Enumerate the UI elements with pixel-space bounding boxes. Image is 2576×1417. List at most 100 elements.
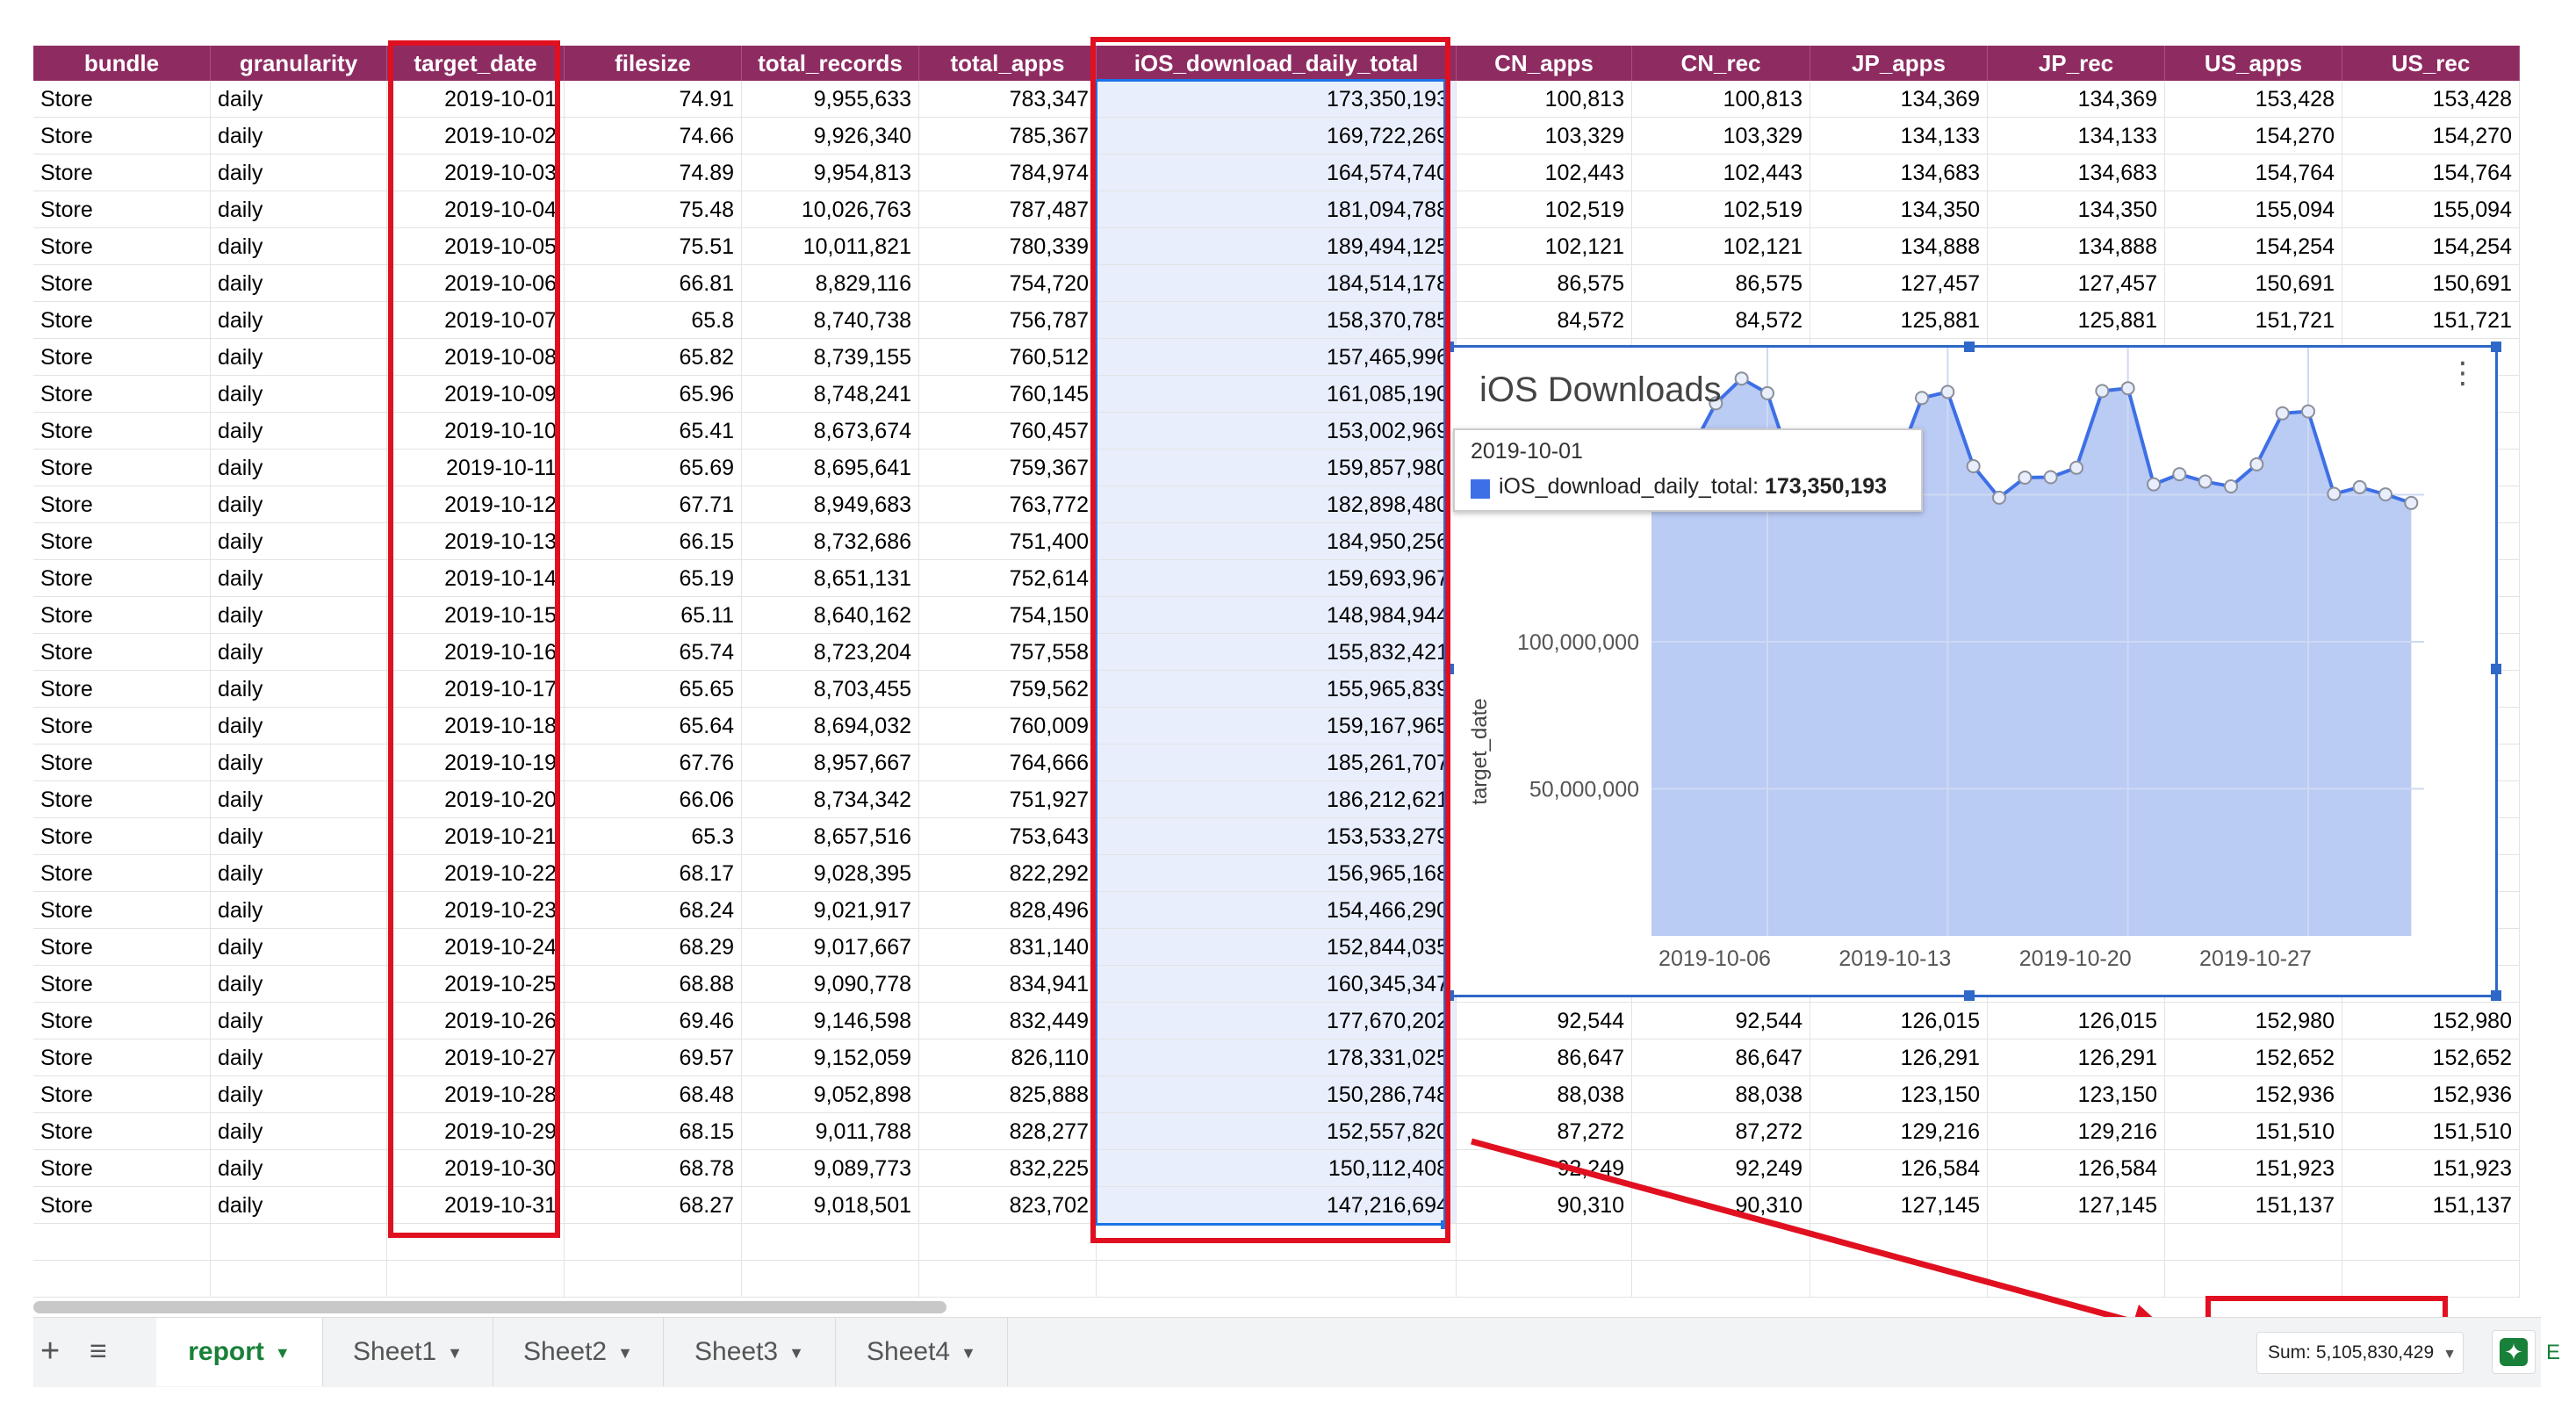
- chart-resize-handle[interactable]: [1964, 342, 1975, 352]
- table-cell[interactable]: 9,018,501: [742, 1187, 919, 1224]
- table-cell[interactable]: 154,254: [2165, 228, 2342, 265]
- chart-resize-handle[interactable]: [2491, 664, 2501, 674]
- table-cell[interactable]: 147,216,694: [1097, 1187, 1457, 1224]
- table-cell[interactable]: 88,038: [1457, 1076, 1632, 1113]
- table-cell[interactable]: daily: [211, 634, 387, 671]
- table-cell[interactable]: 2019-10-28: [387, 1076, 565, 1113]
- table-cell[interactable]: 103,329: [1457, 118, 1632, 155]
- table-cell[interactable]: 9,011,788: [742, 1113, 919, 1150]
- table-cell[interactable]: 92,249: [1632, 1150, 1810, 1187]
- sheet-tab-sheet1[interactable]: Sheet1 ▼: [323, 1318, 493, 1386]
- table-cell[interactable]: 86,647: [1632, 1039, 1810, 1076]
- table-cell[interactable]: 65.69: [565, 450, 742, 486]
- table-cell[interactable]: 9,052,898: [742, 1076, 919, 1113]
- empty-cell[interactable]: [919, 1224, 1097, 1261]
- empty-cell[interactable]: [33, 1224, 211, 1261]
- table-cell[interactable]: 126,291: [1810, 1039, 1988, 1076]
- sheet-tab-report[interactable]: report ▼: [156, 1318, 323, 1386]
- table-cell[interactable]: 84,572: [1632, 302, 1810, 339]
- table-cell[interactable]: 8,703,455: [742, 671, 919, 708]
- table-cell[interactable]: 150,691: [2342, 265, 2520, 302]
- table-cell[interactable]: daily: [211, 781, 387, 818]
- table-cell[interactable]: 151,923: [2342, 1150, 2520, 1187]
- table-cell[interactable]: 152,652: [2165, 1039, 2342, 1076]
- table-cell[interactable]: Store: [33, 781, 211, 818]
- table-cell[interactable]: 159,167,965: [1097, 708, 1457, 744]
- table-cell[interactable]: 102,121: [1632, 228, 1810, 265]
- table-cell[interactable]: daily: [211, 523, 387, 560]
- table-cell[interactable]: daily: [211, 265, 387, 302]
- table-cell[interactable]: 151,721: [2342, 302, 2520, 339]
- table-cell[interactable]: Store: [33, 1039, 211, 1076]
- caret-down-icon[interactable]: ▼: [275, 1344, 291, 1362]
- table-cell[interactable]: Store: [33, 413, 211, 450]
- empty-cell[interactable]: [1810, 1261, 1988, 1298]
- list-icon[interactable]: ≡: [90, 1334, 107, 1369]
- table-cell[interactable]: 181,094,788: [1097, 191, 1457, 228]
- table-cell[interactable]: 8,949,683: [742, 486, 919, 523]
- empty-cell[interactable]: [1810, 1224, 1988, 1261]
- table-cell[interactable]: 151,137: [2342, 1187, 2520, 1224]
- table-cell[interactable]: daily: [211, 228, 387, 265]
- table-cell[interactable]: 2019-10-16: [387, 634, 565, 671]
- empty-cell[interactable]: [919, 1261, 1097, 1298]
- table-cell[interactable]: 129,216: [1988, 1113, 2165, 1150]
- sheet-tab-sheet3[interactable]: Sheet3 ▼: [664, 1318, 836, 1386]
- table-cell[interactable]: 154,764: [2165, 155, 2342, 191]
- table-cell[interactable]: 8,957,667: [742, 744, 919, 781]
- table-cell[interactable]: daily: [211, 1187, 387, 1224]
- table-cell[interactable]: 126,015: [1988, 1003, 2165, 1039]
- table-cell[interactable]: Store: [33, 1003, 211, 1039]
- table-cell[interactable]: 169,722,269: [1097, 118, 1457, 155]
- table-cell[interactable]: 150,112,408: [1097, 1150, 1457, 1187]
- empty-cell[interactable]: [33, 1261, 211, 1298]
- table-cell[interactable]: 2019-10-29: [387, 1113, 565, 1150]
- sheet-tab-sheet4[interactable]: Sheet4 ▼: [836, 1318, 1008, 1386]
- table-cell[interactable]: 100,813: [1457, 81, 1632, 118]
- table-cell[interactable]: daily: [211, 1076, 387, 1113]
- table-cell[interactable]: 8,651,131: [742, 560, 919, 597]
- column-header[interactable]: CN_apps: [1457, 46, 1632, 81]
- table-cell[interactable]: 155,094: [2342, 191, 2520, 228]
- table-cell[interactable]: 2019-10-27: [387, 1039, 565, 1076]
- table-cell[interactable]: 822,292: [919, 855, 1097, 892]
- table-cell[interactable]: Store: [33, 708, 211, 744]
- column-header[interactable]: total_records: [742, 46, 919, 81]
- table-cell[interactable]: 2019-10-31: [387, 1187, 565, 1224]
- column-header[interactable]: US_apps: [2165, 46, 2342, 81]
- table-cell[interactable]: 152,980: [2165, 1003, 2342, 1039]
- table-cell[interactable]: 152,936: [2165, 1076, 2342, 1113]
- table-cell[interactable]: 150,286,748: [1097, 1076, 1457, 1113]
- caret-down-icon[interactable]: ▼: [788, 1344, 804, 1362]
- table-cell[interactable]: daily: [211, 818, 387, 855]
- table-cell[interactable]: daily: [211, 966, 387, 1003]
- column-header[interactable]: iOS_download_daily_total: [1097, 46, 1457, 81]
- table-cell[interactable]: 2019-10-30: [387, 1150, 565, 1187]
- table-cell[interactable]: 127,457: [1810, 265, 1988, 302]
- table-cell[interactable]: Store: [33, 929, 211, 966]
- caret-down-icon[interactable]: ▼: [617, 1344, 633, 1362]
- table-cell[interactable]: Store: [33, 486, 211, 523]
- chart-resize-handle[interactable]: [1443, 342, 1454, 352]
- table-cell[interactable]: daily: [211, 81, 387, 118]
- table-cell[interactable]: 125,881: [1988, 302, 2165, 339]
- table-cell[interactable]: 127,145: [1810, 1187, 1988, 1224]
- table-cell[interactable]: 65.8: [565, 302, 742, 339]
- table-cell[interactable]: 152,557,820: [1097, 1113, 1457, 1150]
- column-header[interactable]: bundle: [33, 46, 211, 81]
- table-cell[interactable]: 65.65: [565, 671, 742, 708]
- table-cell[interactable]: 155,965,839: [1097, 671, 1457, 708]
- table-cell[interactable]: daily: [211, 892, 387, 929]
- empty-cell[interactable]: [565, 1224, 742, 1261]
- table-cell[interactable]: daily: [211, 1113, 387, 1150]
- table-cell[interactable]: 151,510: [2165, 1113, 2342, 1150]
- table-cell[interactable]: Store: [33, 81, 211, 118]
- table-cell[interactable]: Store: [33, 191, 211, 228]
- table-cell[interactable]: 74.89: [565, 155, 742, 191]
- table-cell[interactable]: 102,443: [1632, 155, 1810, 191]
- table-cell[interactable]: daily: [211, 1039, 387, 1076]
- table-cell[interactable]: 134,369: [1988, 81, 2165, 118]
- table-cell[interactable]: 127,145: [1988, 1187, 2165, 1224]
- table-cell[interactable]: Store: [33, 597, 211, 634]
- table-cell[interactable]: 154,270: [2342, 118, 2520, 155]
